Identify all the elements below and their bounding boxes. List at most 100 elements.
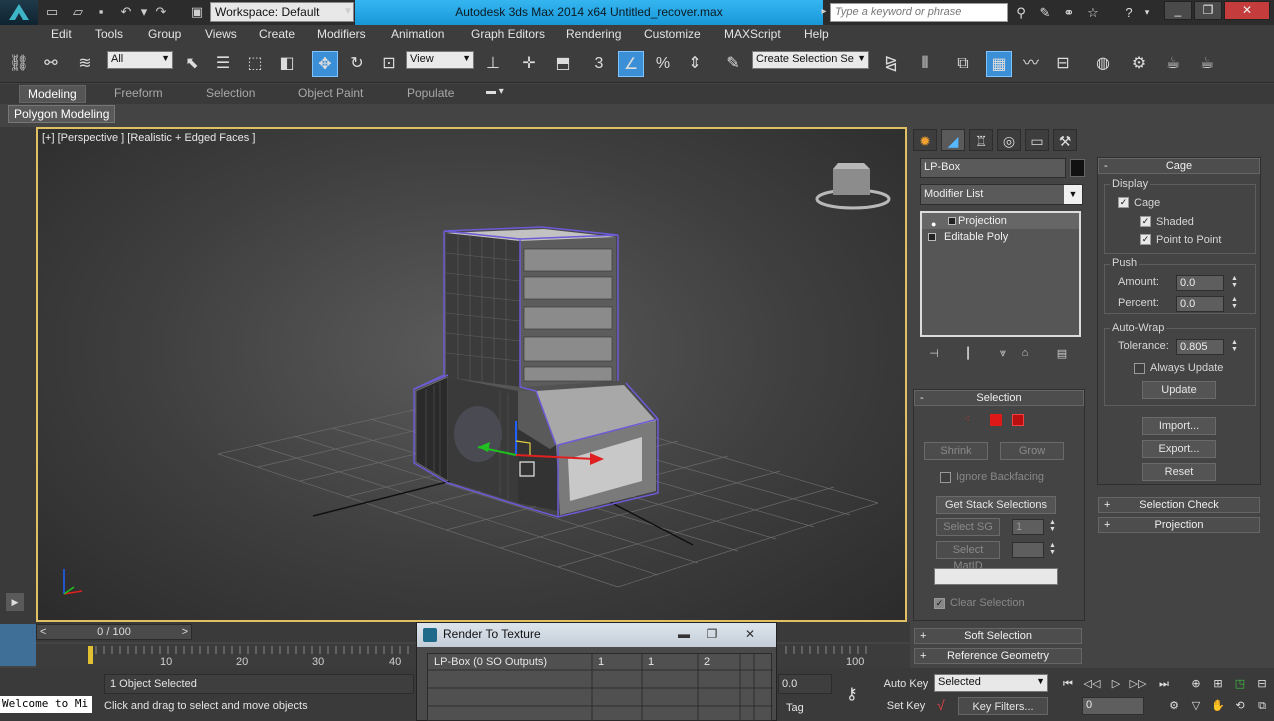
dialog-minimize-button[interactable]: ▬ bbox=[673, 625, 695, 643]
expand-icon[interactable] bbox=[948, 217, 956, 225]
zoom-extents-all-icon[interactable]: ⊟ bbox=[1252, 675, 1272, 693]
material-editor-icon[interactable]: ◍ bbox=[1090, 51, 1116, 77]
bind-to-space-warp-icon[interactable]: ≋ bbox=[72, 51, 98, 77]
snaps-toggle-icon[interactable]: 3 bbox=[586, 51, 612, 77]
menu-group[interactable]: Group bbox=[148, 27, 181, 41]
ignore-backfacing-checkbox[interactable] bbox=[940, 472, 951, 483]
matid-spinner-arrows[interactable]: ▲ ▼ bbox=[1048, 542, 1057, 558]
redo-icon[interactable]: ↷ bbox=[153, 4, 169, 20]
expand-icon[interactable] bbox=[928, 233, 936, 241]
open-file-icon[interactable]: ▱ bbox=[70, 4, 86, 20]
select-object-icon[interactable]: ⬉ bbox=[179, 51, 205, 77]
curve-editor-icon[interactable]: 〰 bbox=[1018, 51, 1044, 77]
cage-rollout-header[interactable]: - Cage bbox=[1098, 158, 1260, 174]
align-icon[interactable]: ⫴ bbox=[912, 51, 938, 77]
modify-tab-icon[interactable]: ◢ bbox=[941, 129, 965, 151]
workspace-arrow-icon[interactable]: ▼ bbox=[340, 4, 356, 20]
add-time-tag[interactable]: Tag bbox=[786, 702, 804, 714]
minimize-button[interactable]: _ bbox=[1164, 1, 1192, 20]
point-to-point-checkbox[interactable]: ✓ bbox=[1140, 234, 1151, 245]
binoculars-icon[interactable]: ⚲ bbox=[1012, 4, 1030, 21]
render-production-icon[interactable]: ☕ bbox=[1194, 51, 1220, 77]
polygon-modeling-panel[interactable]: Polygon Modeling bbox=[8, 105, 116, 123]
new-scene-icon[interactable]: ▭ bbox=[44, 4, 60, 20]
amount-field[interactable]: 0.0 bbox=[1176, 275, 1224, 291]
render-to-texture-titlebar[interactable]: Render To Texture ▬ ❐ ✕ bbox=[417, 623, 776, 647]
ribbon-tab-object-paint[interactable]: Object Paint bbox=[298, 86, 363, 100]
cage-checkbox[interactable]: ✓ bbox=[1118, 197, 1129, 208]
stack-item-projection[interactable]: ● Projection bbox=[922, 213, 1079, 229]
field-of-view-icon[interactable]: ▽ bbox=[1186, 697, 1206, 715]
update-button[interactable]: Update bbox=[1142, 381, 1216, 399]
zoom-icon[interactable]: ⊕ bbox=[1186, 675, 1206, 693]
modifier-list-dropdown[interactable]: Modifier List ▼ bbox=[920, 184, 1083, 205]
select-and-scale-icon[interactable]: ⊡ bbox=[376, 51, 402, 77]
select-and-link-icon[interactable]: ⛓ bbox=[6, 51, 32, 77]
render-setup-icon[interactable]: ⚙ bbox=[1126, 51, 1152, 77]
zoom-extents-icon[interactable]: ◳ bbox=[1230, 675, 1250, 693]
play-icon[interactable]: ▷ bbox=[1106, 675, 1126, 693]
clear-selection-checkbox[interactable]: ✓ bbox=[934, 598, 945, 609]
time-slider[interactable]: < 0 / 100 > bbox=[36, 624, 192, 640]
workspace-dropdown[interactable]: Workspace: Default bbox=[210, 2, 354, 22]
selection-rollout-header[interactable]: - Selection bbox=[914, 390, 1084, 406]
selection-check-rollout-header[interactable]: + Selection Check bbox=[1098, 497, 1260, 513]
time-next-icon[interactable]: > bbox=[182, 625, 188, 639]
keyboard-shortcut-override-icon[interactable]: ⬒ bbox=[550, 51, 576, 77]
motion-tab-icon[interactable]: ◎ bbox=[997, 129, 1021, 151]
select-matid-button[interactable]: Select MatID bbox=[936, 541, 1000, 572]
mini-curve-editor-toggle[interactable] bbox=[0, 624, 36, 666]
selection-filter-dropdown[interactable]: All ▼ bbox=[107, 51, 173, 69]
select-by-name-icon[interactable]: ☰ bbox=[210, 51, 236, 77]
export-button[interactable]: Export... bbox=[1142, 440, 1216, 458]
menu-customize[interactable]: Customize bbox=[644, 27, 701, 41]
objects-to-bake-table[interactable]: LP-Box (0 SO Outputs) 1 1 2 bbox=[427, 653, 773, 721]
shaded-checkbox[interactable]: ✓ bbox=[1140, 216, 1151, 227]
spinner-snap-icon[interactable]: ⇕ bbox=[682, 51, 708, 77]
face-mode-icon[interactable] bbox=[990, 414, 1002, 426]
menu-graph-editors[interactable]: Graph Editors bbox=[471, 27, 545, 41]
element-mode-icon[interactable] bbox=[1012, 414, 1024, 426]
go-to-end-icon[interactable]: ⏭ bbox=[1154, 675, 1174, 693]
stack-item-editable-poly[interactable]: Editable Poly bbox=[922, 229, 1079, 245]
save-file-icon[interactable]: ▪ bbox=[93, 4, 109, 20]
grow-button[interactable]: Grow bbox=[1000, 442, 1064, 460]
matid-value-field[interactable] bbox=[1012, 542, 1044, 558]
ribbon-tab-selection[interactable]: Selection bbox=[206, 86, 255, 100]
menu-modifiers[interactable]: Modifiers bbox=[317, 27, 366, 41]
key-set-dropdown[interactable]: Selected ▼ bbox=[934, 674, 1048, 692]
close-button[interactable]: ✕ bbox=[1224, 1, 1270, 20]
hierarchy-tab-icon[interactable]: ♖ bbox=[969, 129, 993, 151]
percent-field[interactable]: 0.0 bbox=[1176, 296, 1224, 312]
edit-named-selection-icon[interactable]: ✎ bbox=[720, 51, 746, 77]
select-and-rotate-icon[interactable]: ↻ bbox=[344, 51, 370, 77]
project-folder-icon[interactable]: ▣ bbox=[189, 4, 205, 20]
get-stack-selections-button[interactable]: Get Stack Selections bbox=[936, 496, 1056, 514]
keyword-search-input[interactable]: Type a keyword or phrase bbox=[830, 3, 1008, 22]
object-color-swatch[interactable] bbox=[1070, 159, 1085, 177]
current-frame-field[interactable]: 0 bbox=[1082, 697, 1144, 715]
menu-rendering[interactable]: Rendering bbox=[566, 27, 621, 41]
go-to-start-icon[interactable]: ⏮ bbox=[1058, 675, 1078, 693]
key-filters-button[interactable]: Key Filters... bbox=[958, 697, 1048, 715]
reset-button[interactable]: Reset bbox=[1142, 463, 1216, 481]
percent-snap-icon[interactable]: % bbox=[650, 51, 676, 77]
orbit-icon[interactable]: ⟲ bbox=[1230, 697, 1250, 715]
menu-help[interactable]: Help bbox=[804, 27, 829, 41]
menu-tools[interactable]: Tools bbox=[95, 27, 123, 41]
tolerance-spinner-arrows[interactable]: ▲ ▼ bbox=[1230, 339, 1239, 355]
reference-coordinate-dropdown[interactable]: View ▼ bbox=[406, 51, 474, 69]
maxscript-listener[interactable]: Welcome to Mi bbox=[0, 696, 92, 713]
dialog-restore-button[interactable]: ❐ bbox=[701, 625, 723, 643]
rendered-frame-window-icon[interactable]: ☕ bbox=[1160, 51, 1186, 77]
app-logo-button[interactable] bbox=[0, 0, 38, 25]
vertex-mode-icon[interactable]: ⁖ bbox=[964, 414, 970, 425]
create-tab-icon[interactable]: ✹ bbox=[913, 129, 937, 151]
coordinate-display[interactable]: 0.0 bbox=[778, 674, 832, 694]
dialog-close-button[interactable]: ✕ bbox=[739, 625, 761, 643]
ribbon-tab-freeform[interactable]: Freeform bbox=[114, 86, 163, 100]
menu-edit[interactable]: Edit bbox=[51, 27, 72, 41]
rect-selection-region-icon[interactable]: ⬚ bbox=[242, 51, 268, 77]
always-update-checkbox[interactable] bbox=[1134, 363, 1145, 374]
projection-rollout-header[interactable]: + Projection bbox=[1098, 517, 1260, 533]
